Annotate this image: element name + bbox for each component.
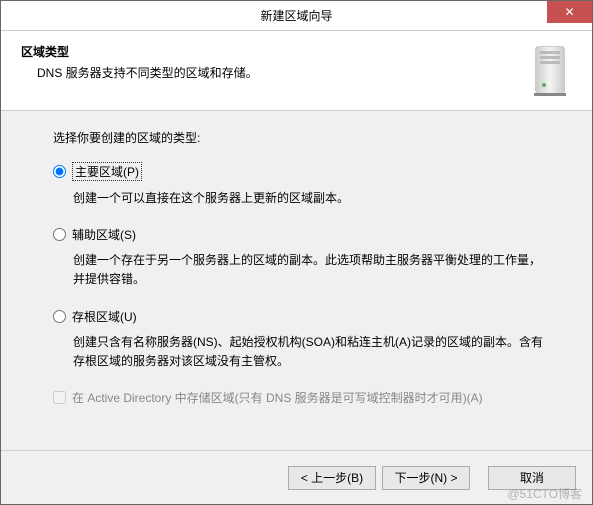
header-title: 区域类型 — [21, 43, 520, 60]
radio-secondary-desc: 创建一个存在于另一个服务器上的区域的副本。此选项帮助主服务器平衡处理的工作量，并… — [73, 251, 552, 289]
wizard-header: 区域类型 DNS 服务器支持不同类型的区域和存储。 — [1, 31, 592, 111]
radio-secondary-input[interactable] — [53, 228, 66, 241]
wizard-content: 选择你要创建的区域的类型: 主要区域(P) 创建一个可以直接在这个服务器上更新的… — [1, 111, 592, 450]
wizard-footer: < 上一步(B) 下一步(N) > 取消 @51CTO博客 — [1, 450, 592, 504]
header-subtitle: DNS 服务器支持不同类型的区域和存储。 — [37, 64, 520, 81]
radio-primary-input[interactable] — [53, 165, 66, 178]
radio-secondary-zone[interactable]: 辅助区域(S) — [53, 226, 552, 243]
radio-primary-desc: 创建一个可以直接在这个服务器上更新的区域副本。 — [73, 189, 552, 208]
radio-secondary-label: 辅助区域(S) — [72, 226, 136, 243]
close-button[interactable]: ✕ — [547, 1, 592, 23]
cancel-button[interactable]: 取消 — [488, 466, 576, 490]
radio-stub-input[interactable] — [53, 310, 66, 323]
header-text: 区域类型 DNS 服务器支持不同类型的区域和存储。 — [21, 43, 520, 81]
close-icon: ✕ — [564, 5, 574, 19]
radio-primary-label: 主要区域(P) — [72, 162, 142, 181]
ad-store-checkbox — [53, 391, 66, 404]
back-button[interactable]: < 上一步(B) — [288, 466, 376, 490]
ad-store-label: 在 Active Directory 中存储区域(只有 DNS 服务器是可写域控… — [72, 389, 483, 406]
ad-store-checkbox-row: 在 Active Directory 中存储区域(只有 DNS 服务器是可写域控… — [53, 389, 552, 406]
radio-stub-label: 存根区域(U) — [72, 308, 137, 325]
prompt-text: 选择你要创建的区域的类型: — [53, 129, 552, 146]
zone-type-radio-group: 主要区域(P) 创建一个可以直接在这个服务器上更新的区域副本。 辅助区域(S) … — [53, 162, 552, 371]
window-title: 新建区域向导 — [1, 7, 592, 24]
next-button[interactable]: 下一步(N) > — [382, 466, 470, 490]
wizard-dialog: 新建区域向导 ✕ 区域类型 DNS 服务器支持不同类型的区域和存储。 选择你要创… — [0, 0, 593, 505]
radio-stub-desc: 创建只含有名称服务器(NS)、起始授权机构(SOA)和粘连主机(A)记录的区域的… — [73, 333, 552, 371]
server-icon — [530, 43, 572, 98]
titlebar: 新建区域向导 ✕ — [1, 1, 592, 31]
radio-stub-zone[interactable]: 存根区域(U) — [53, 308, 552, 325]
radio-primary-zone[interactable]: 主要区域(P) — [53, 162, 552, 181]
